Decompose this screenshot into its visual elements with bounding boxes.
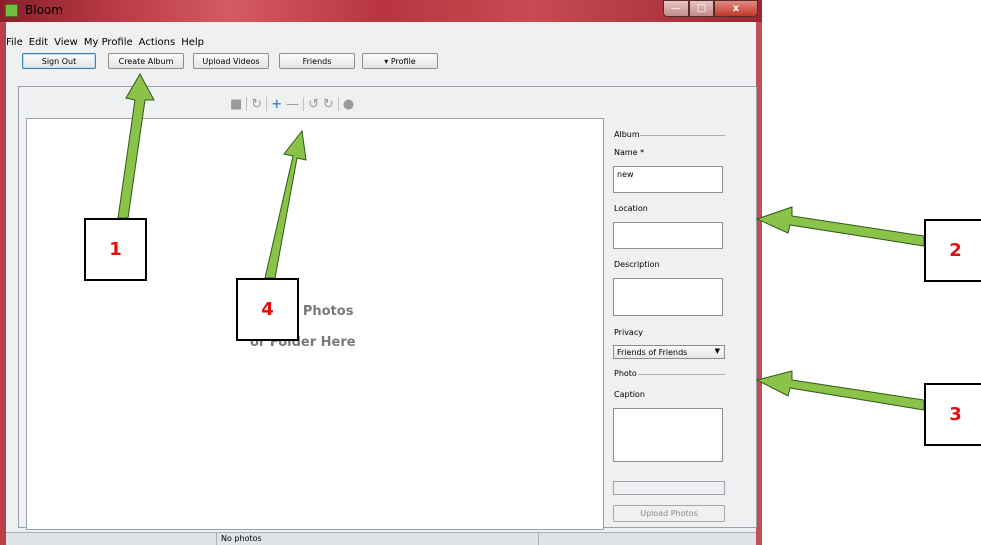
toolbar-separator: [246, 97, 248, 111]
callout-3: 3: [924, 383, 981, 446]
app-icon: [5, 4, 18, 17]
photo-section-label: Photo: [614, 369, 637, 378]
status-cell: No photos: [216, 533, 537, 545]
photo-toolbar: ■ ↻ + — ↺ ↻ ●: [230, 94, 354, 114]
arrow-3: [755, 370, 925, 411]
privacy-label: Privacy: [614, 328, 643, 337]
album-name-field[interactable]: new: [613, 166, 723, 193]
menu-view[interactable]: View: [54, 36, 78, 50]
status-text: No photos: [221, 534, 262, 543]
person-icon[interactable]: ●: [343, 97, 354, 112]
description-field[interactable]: [613, 278, 723, 316]
callout-1: 1: [84, 218, 147, 281]
upload-photos-button[interactable]: Upload Photos: [613, 505, 725, 522]
status-bar: No photos: [6, 532, 756, 545]
upload-progress-bar: [613, 481, 725, 495]
menu-my-profile[interactable]: My Profile: [84, 36, 133, 50]
window-controls: — □ x: [663, 0, 758, 18]
menu-edit[interactable]: Edit: [29, 36, 48, 50]
callout-2: 2: [924, 219, 981, 282]
menu-help[interactable]: Help: [181, 36, 204, 50]
caption-label: Caption: [614, 390, 645, 399]
menu-actions[interactable]: Actions: [139, 36, 176, 50]
folder-icon[interactable]: ■: [230, 97, 242, 112]
profile-dropdown-button[interactable]: ▾ Profile: [362, 53, 438, 69]
status-cell-right: [538, 533, 755, 545]
toolbar-separator: [266, 97, 268, 111]
window-title: Bloom: [25, 3, 63, 17]
create-album-button[interactable]: Create Album: [108, 53, 184, 69]
chevron-down-icon: ▼: [714, 347, 720, 355]
location-label: Location: [614, 204, 648, 213]
minimize-button[interactable]: —: [663, 0, 689, 17]
maximize-button[interactable]: □: [689, 0, 714, 17]
sign-out-button[interactable]: Sign Out: [22, 53, 96, 69]
rotate-icon[interactable]: ↻: [251, 97, 262, 112]
privacy-select-value: Friends of Friends: [617, 348, 688, 357]
callout-4: 4: [236, 278, 299, 341]
add-icon[interactable]: +: [271, 97, 282, 112]
rotate-left-icon[interactable]: ↺: [308, 97, 319, 112]
privacy-select[interactable]: Friends of Friends ▼: [613, 345, 725, 359]
menu-bar: File Edit View My Profile Actions Help: [6, 36, 204, 50]
upload-videos-button[interactable]: Upload Videos: [193, 53, 269, 69]
photo-section-divider: [638, 374, 725, 375]
caption-field[interactable]: [613, 408, 723, 462]
title-bar[interactable]: Bloom — □ x: [0, 0, 762, 22]
location-field[interactable]: [613, 222, 723, 249]
toolbar-separator: [337, 97, 339, 111]
toolbar-separator: [303, 97, 305, 111]
arrow-2: [755, 206, 925, 247]
description-label: Description: [614, 260, 660, 269]
album-section-divider: [640, 135, 725, 136]
friends-button[interactable]: Friends: [279, 53, 355, 69]
photo-drop-zone[interactable]: [26, 118, 604, 530]
rotate-right-icon[interactable]: ↻: [323, 97, 334, 112]
remove-icon[interactable]: —: [286, 97, 299, 112]
album-section-label: Album: [614, 130, 640, 139]
menu-file[interactable]: File: [6, 36, 23, 50]
name-label: Name *: [614, 148, 645, 157]
close-button[interactable]: x: [714, 0, 758, 17]
